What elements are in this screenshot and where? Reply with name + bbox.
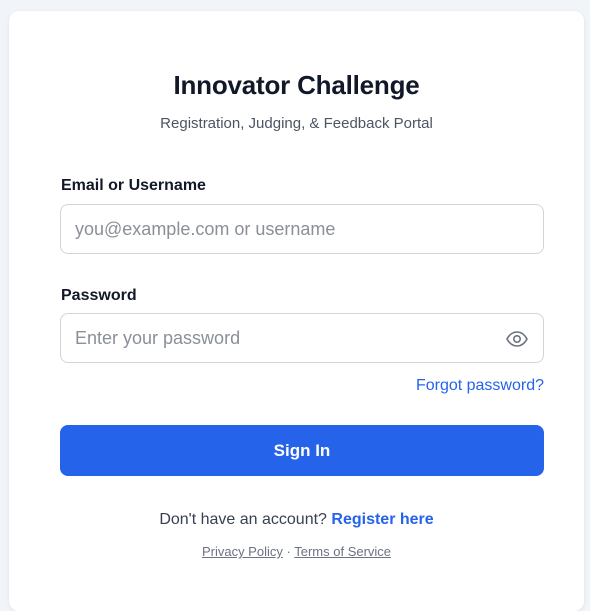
password-field[interactable] [75, 314, 475, 362]
footer-links: Privacy Policy · Terms of Service [9, 544, 584, 559]
forgot-password-link[interactable]: Forgot password? [416, 377, 544, 395]
terms-of-service-link[interactable]: Terms of Service [294, 544, 391, 559]
register-prompt: Don't have an account? [159, 511, 327, 528]
email-field[interactable] [75, 205, 475, 253]
email-label: Email or Username [61, 177, 206, 194]
eye-icon[interactable] [505, 327, 529, 351]
privacy-policy-link[interactable]: Privacy Policy [202, 544, 283, 559]
sign-in-button[interactable]: Sign In [60, 425, 544, 476]
register-link[interactable]: Register here [331, 511, 433, 528]
email-field-wrapper [60, 204, 544, 254]
password-field-wrapper [60, 313, 544, 363]
page-subtitle: Registration, Judging, & Feedback Portal [160, 115, 433, 132]
password-label: Password [61, 287, 137, 304]
footer-separator: · [286, 544, 291, 559]
register-prompt-line: Don't have an account? Register here [9, 511, 584, 529]
login-card: Innovator Challenge Registration, Judgin… [9, 11, 584, 611]
page-title: Innovator Challenge [173, 70, 420, 100]
